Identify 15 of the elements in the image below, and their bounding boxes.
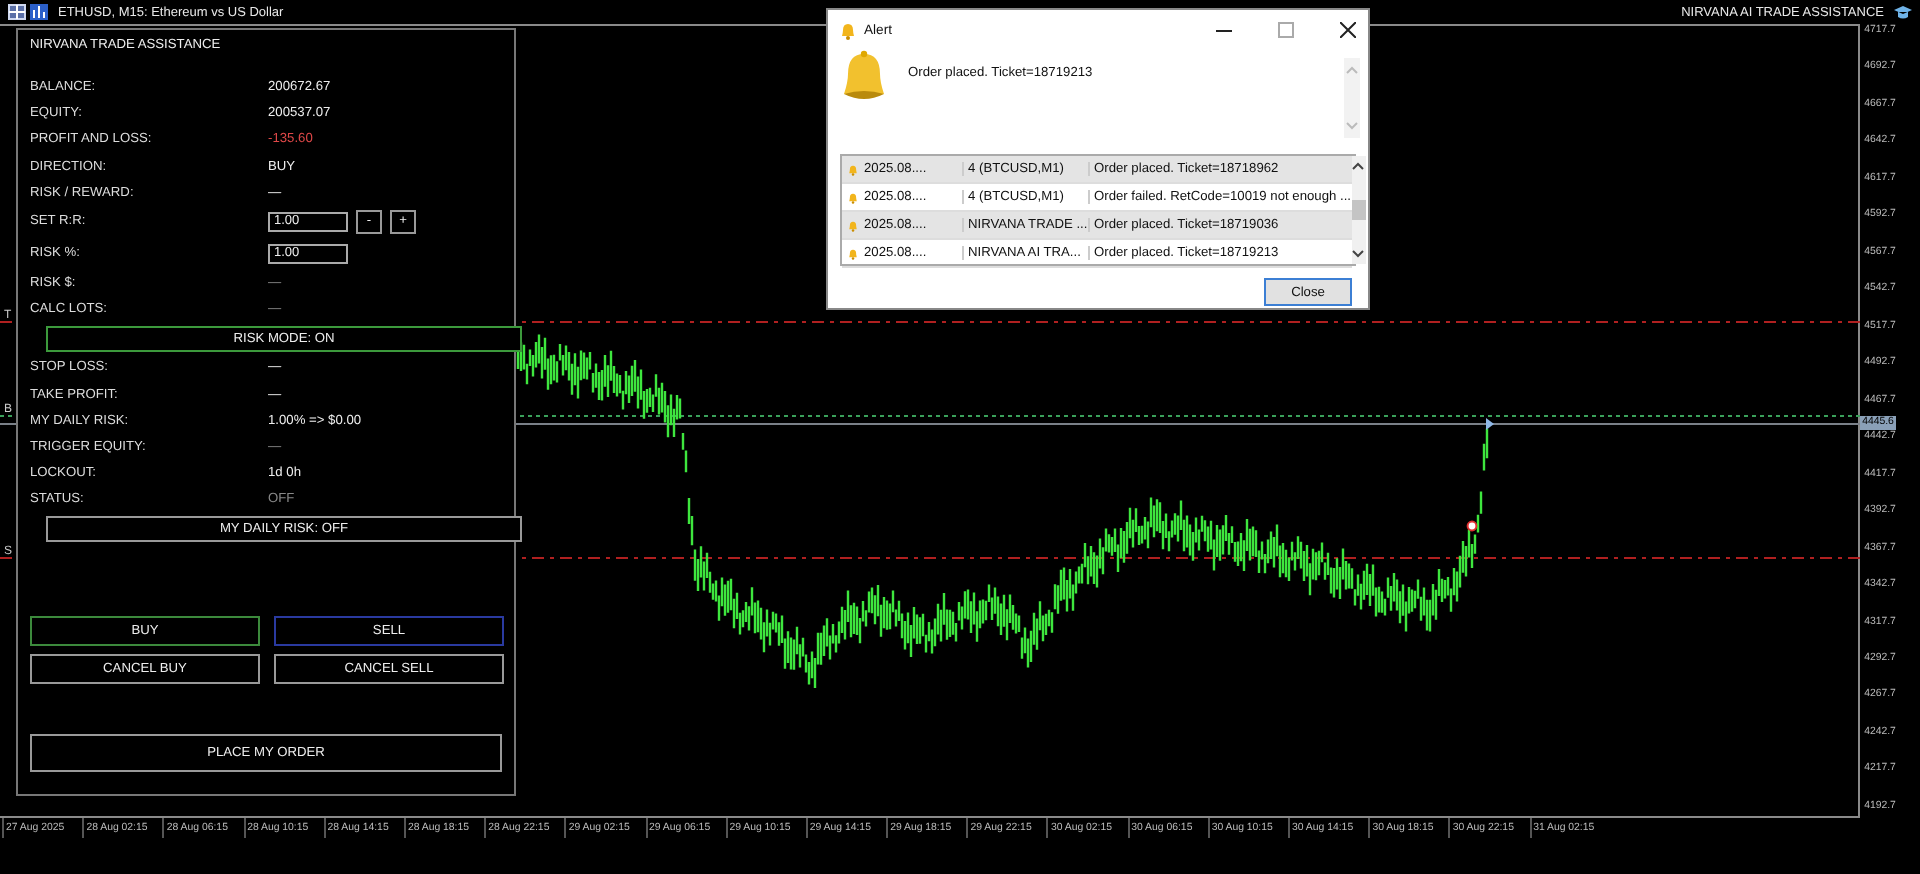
bell-icon: [848, 219, 858, 231]
scroll-up-icon[interactable]: [1352, 162, 1364, 170]
close-icon[interactable]: [1340, 22, 1356, 38]
scroll-down-icon[interactable]: [1352, 250, 1364, 258]
scrollbar[interactable]: [1351, 156, 1365, 264]
bell-icon: [848, 191, 858, 203]
grid-icon[interactable]: [8, 4, 26, 20]
trade-marker-icon: [1466, 520, 1478, 532]
chart-icon[interactable]: [30, 4, 48, 20]
scroll-thumb[interactable]: [1351, 200, 1365, 220]
bell-icon: [848, 247, 858, 259]
bell-icon: [840, 21, 856, 39]
hat-icon: [1894, 4, 1912, 20]
arrow-icon: [1486, 418, 1494, 430]
bell-icon: [848, 163, 858, 175]
